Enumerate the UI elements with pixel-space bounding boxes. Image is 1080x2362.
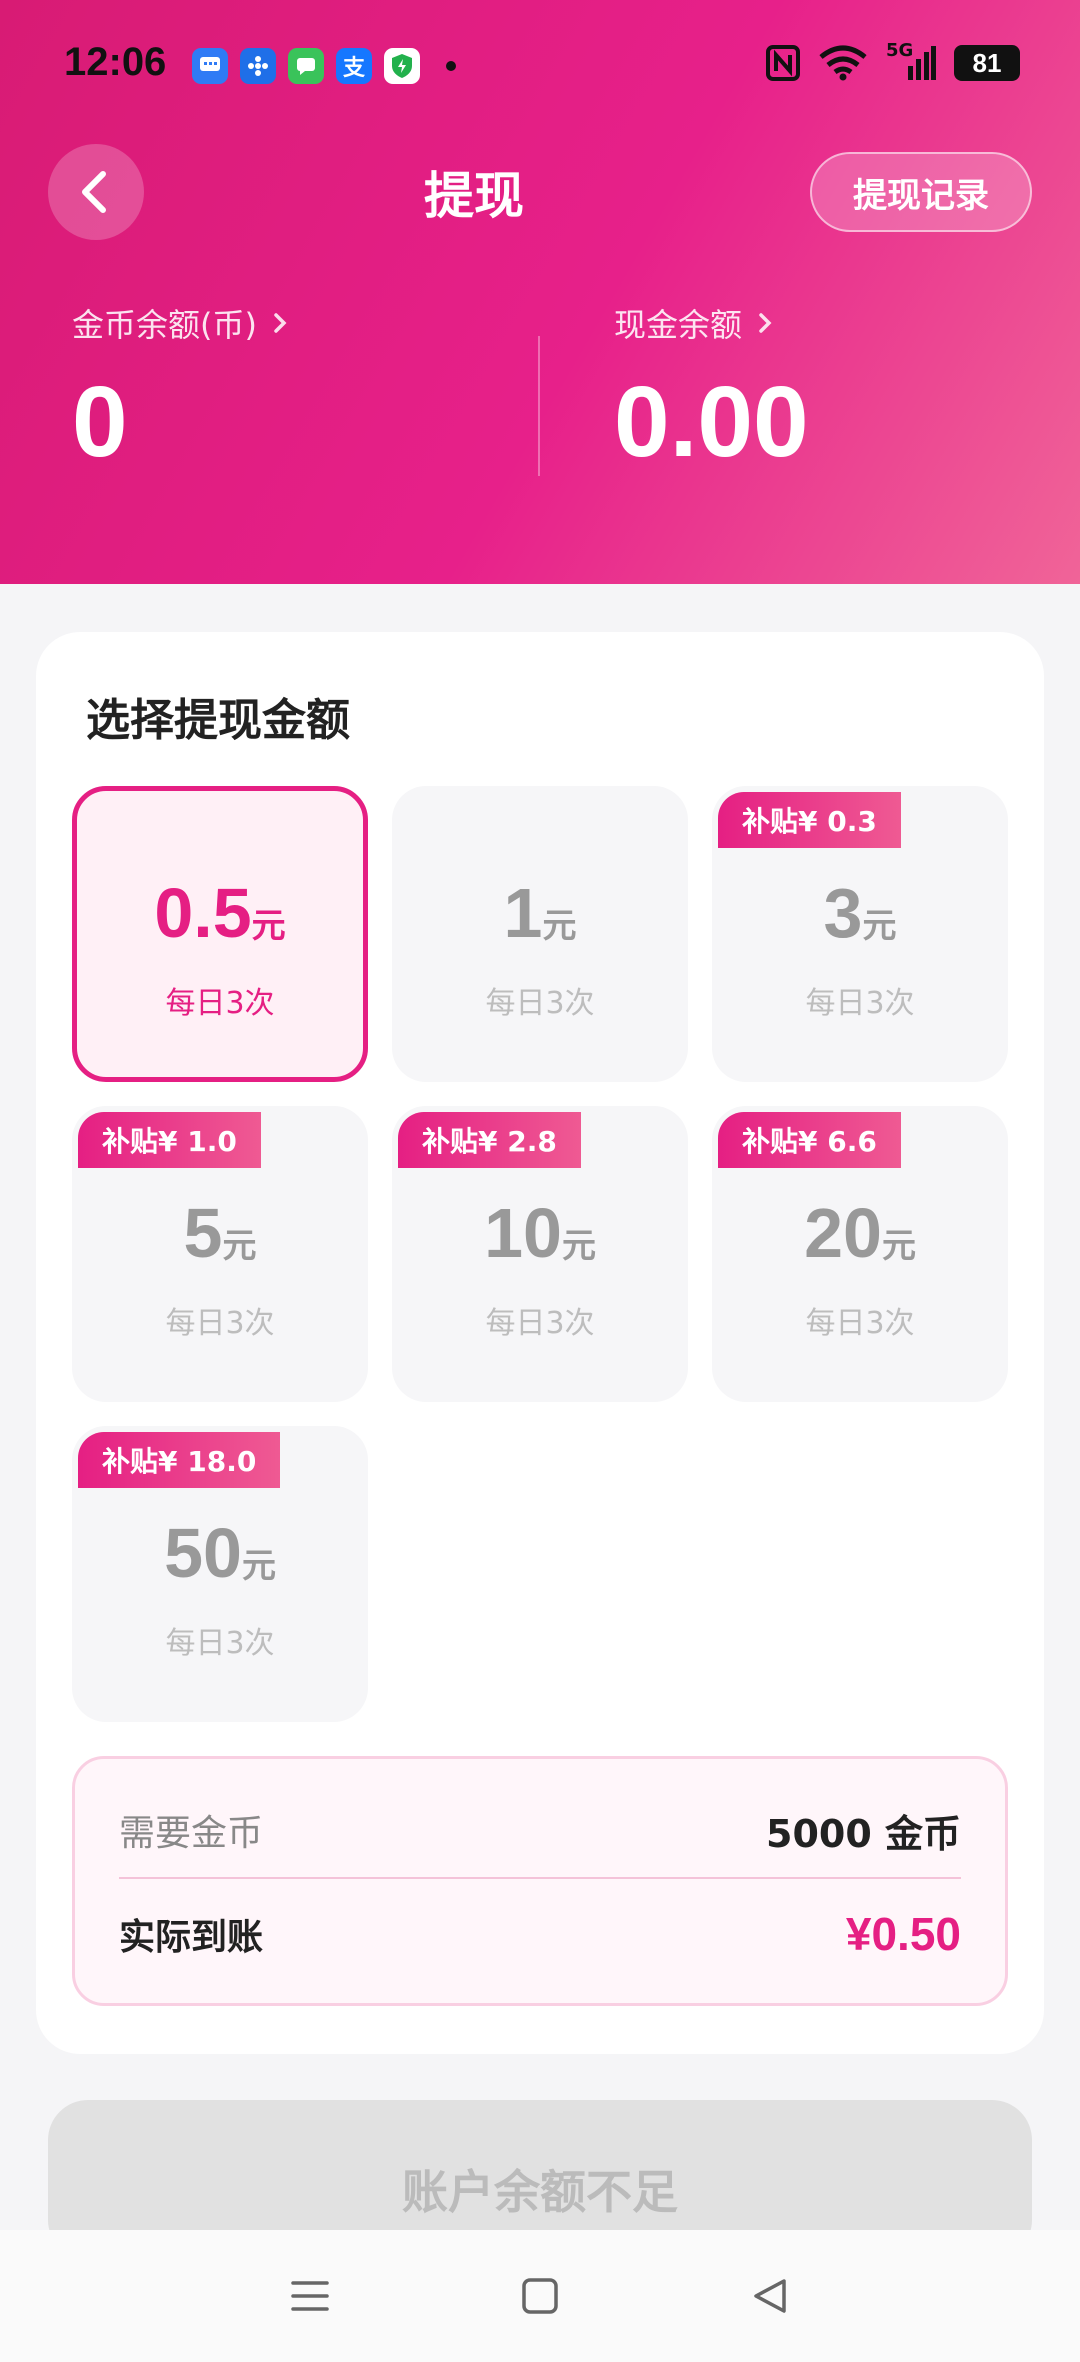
actual-amount-row: 实际到账 ¥0.50: [119, 1899, 961, 1969]
option-limit: 每日3次: [165, 986, 275, 1021]
status-bar: 12:06 支 5G 81: [0, 0, 1080, 130]
option-amount: 5: [183, 1194, 223, 1272]
withdraw-summary: 需要金币 5000 金币 实际到账 ¥0.50: [72, 1756, 1008, 2006]
card-title: 选择提现金额: [86, 695, 350, 746]
option-amount: 20: [804, 1194, 882, 1272]
subsidy-badge: 补贴¥ 18.0: [78, 1432, 281, 1488]
more-notifications-dot: [446, 61, 456, 71]
notification-icons: 支: [192, 48, 456, 84]
amount-option-50[interactable]: 补贴¥ 18.0 50元 每日3次: [72, 1426, 368, 1722]
cellular-signal-icon: 5G: [886, 40, 936, 82]
cash-balance-label: 现金余额: [614, 306, 743, 344]
subsidy-badge: 补贴¥ 6.6: [718, 1112, 901, 1168]
option-amount: 10: [484, 1194, 562, 1272]
chevron-right-icon: [759, 313, 772, 333]
subsidy-badge: 补贴¥ 2.8: [398, 1112, 581, 1168]
amount-option-3[interactable]: 补贴¥ 0.3 3元 每日3次: [712, 786, 1008, 1082]
coin-balance-link[interactable]: 金币余额(币): [72, 300, 289, 346]
status-indicators: 5G 81: [766, 40, 1020, 82]
cash-balance-link[interactable]: 现金余额: [614, 300, 774, 346]
header: 12:06 支 5G 81 提现 提现记录 金币余额(币) 0 现金余额 0.0…: [0, 0, 1080, 584]
balance-divider: [538, 336, 540, 476]
option-unit: 元: [251, 906, 286, 946]
nfc-icon: [766, 45, 800, 81]
system-nav-bar: [0, 2230, 1080, 2362]
option-amount: 0.5: [154, 874, 252, 952]
message-app-icon: [192, 48, 228, 84]
page-title: 提现: [424, 167, 524, 225]
option-unit: 元: [561, 1226, 596, 1266]
wifi-icon: [819, 45, 867, 81]
option-limit: 每日3次: [165, 1626, 275, 1661]
chevron-right-icon: [274, 313, 287, 333]
menu-icon[interactable]: [290, 2276, 330, 2316]
chat-app-icon: [288, 48, 324, 84]
option-unit: 元: [222, 1226, 257, 1266]
subsidy-badge: 补贴¥ 1.0: [78, 1112, 261, 1168]
amount-option-20[interactable]: 补贴¥ 6.6 20元 每日3次: [712, 1106, 1008, 1402]
option-limit: 每日3次: [805, 986, 915, 1021]
option-limit: 每日3次: [805, 1306, 915, 1341]
battery-indicator: 81: [954, 45, 1020, 81]
alipay-app-icon: 支: [336, 48, 372, 84]
home-icon[interactable]: [520, 2276, 560, 2316]
option-unit: 元: [542, 906, 577, 946]
option-limit: 每日3次: [485, 986, 595, 1021]
withdraw-record-button[interactable]: 提现记录: [810, 152, 1032, 232]
amount-option-1[interactable]: 1元 每日3次: [392, 786, 688, 1082]
coin-balance-value: 0: [72, 366, 128, 478]
actual-amount-label: 实际到账: [119, 1917, 264, 1958]
coin-balance-label: 金币余额(币): [72, 306, 257, 344]
option-limit: 每日3次: [485, 1306, 595, 1341]
option-amount: 1: [503, 874, 543, 952]
option-amount: 50: [164, 1514, 242, 1592]
required-coins-row: 需要金币 5000 金币: [119, 1795, 961, 1865]
required-coins-label: 需要金币: [119, 1813, 264, 1854]
option-unit: 元: [881, 1226, 916, 1266]
cash-balance-value: 0.00: [614, 366, 809, 478]
option-limit: 每日3次: [165, 1306, 275, 1341]
withdraw-amount-card: 选择提现金额 0.5元 每日3次 1元 每日3次 补贴¥ 0.3 3元 每日3次…: [36, 632, 1044, 2054]
security-app-icon: [384, 48, 420, 84]
back-triangle-icon[interactable]: [750, 2276, 790, 2316]
amount-option-5[interactable]: 补贴¥ 1.0 5元 每日3次: [72, 1106, 368, 1402]
status-time: 12:06: [64, 40, 167, 84]
amount-option-10[interactable]: 补贴¥ 2.8 10元 每日3次: [392, 1106, 688, 1402]
actual-amount-value: ¥0.50: [845, 1908, 961, 1960]
amount-option-0.5[interactable]: 0.5元 每日3次: [72, 786, 368, 1082]
option-unit: 元: [241, 1546, 276, 1586]
option-unit: 元: [862, 906, 897, 946]
summary-divider: [119, 1877, 961, 1879]
subsidy-badge: 补贴¥ 0.3: [718, 792, 901, 848]
option-amount: 3: [823, 874, 863, 952]
required-coins-value: 5000 金币: [766, 1811, 961, 1856]
pinwheel-app-icon: [240, 48, 276, 84]
